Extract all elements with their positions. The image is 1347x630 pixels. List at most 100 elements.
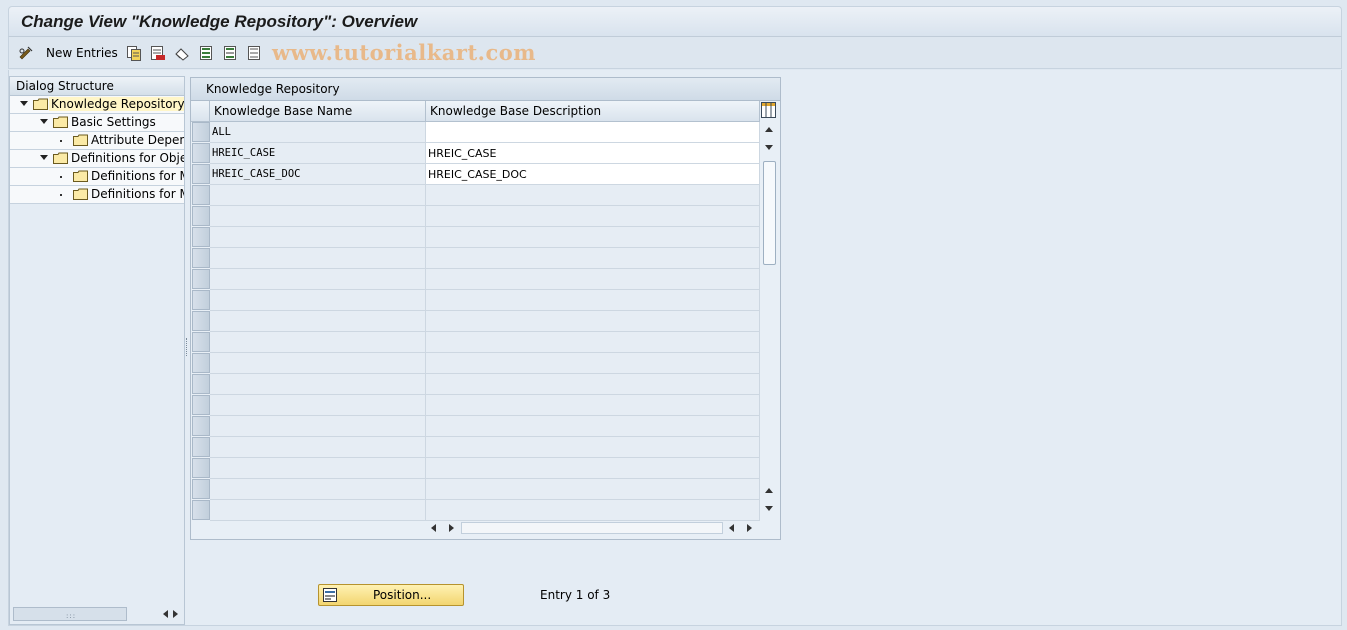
row-selector[interactable]	[192, 248, 210, 268]
column-scroll-left-icon[interactable]	[431, 524, 436, 532]
empty-name-cell[interactable]	[210, 437, 426, 458]
knowledge-base-name-cell[interactable]: HREIC_CASE_DOC	[210, 164, 426, 185]
row-selector[interactable]	[192, 332, 210, 352]
empty-description-cell[interactable]	[426, 374, 760, 395]
edit-glasses-icon[interactable]	[18, 45, 34, 61]
knowledge-base-description-cell[interactable]	[426, 122, 760, 143]
row-selector[interactable]	[192, 395, 210, 415]
empty-name-cell[interactable]	[210, 185, 426, 206]
select-all-rows-button[interactable]	[191, 101, 210, 122]
empty-description-cell[interactable]	[426, 500, 760, 521]
tree-horizontal-scrollbar[interactable]: :::	[10, 604, 184, 624]
row-selector[interactable]	[192, 122, 210, 142]
position-button[interactable]: Position...	[318, 584, 464, 606]
empty-name-cell[interactable]	[210, 332, 426, 353]
row-selector[interactable]	[192, 269, 210, 289]
row-selector[interactable]	[192, 164, 210, 184]
empty-name-cell[interactable]	[210, 458, 426, 479]
empty-description-cell[interactable]	[426, 395, 760, 416]
table-settings-icon[interactable]	[761, 102, 776, 118]
deselect-all-icon[interactable]	[246, 45, 262, 61]
column-scroll-right-icon[interactable]	[449, 524, 454, 532]
tree-node[interactable]: Definitions for Object	[10, 150, 184, 168]
knowledge-base-name-cell[interactable]: HREIC_CASE	[210, 143, 426, 164]
new-entries-button[interactable]: New Entries	[46, 46, 118, 60]
empty-description-cell[interactable]	[426, 248, 760, 269]
empty-name-cell[interactable]	[210, 248, 426, 269]
column-scroll-end-right-icon[interactable]	[747, 524, 752, 532]
select-block-icon[interactable]	[222, 45, 238, 61]
column-scroll-end-left-icon[interactable]	[729, 524, 734, 532]
row-selector[interactable]	[192, 290, 210, 310]
empty-name-cell[interactable]	[210, 500, 426, 521]
empty-description-cell[interactable]	[426, 332, 760, 353]
column-header-description[interactable]: Knowledge Base Description	[426, 101, 760, 122]
row-selector[interactable]	[192, 416, 210, 436]
tree-node-label: Attribute Depend	[91, 133, 184, 147]
empty-description-cell[interactable]	[426, 206, 760, 227]
empty-name-cell[interactable]	[210, 269, 426, 290]
row-selector[interactable]	[192, 458, 210, 478]
delete-icon[interactable]	[150, 45, 166, 61]
scroll-left-icon[interactable]	[163, 610, 168, 618]
row-selector[interactable]	[192, 311, 210, 331]
tree-scroll-thumb[interactable]: :::	[13, 607, 127, 621]
expand-triangle-icon[interactable]	[40, 155, 48, 160]
empty-name-cell[interactable]	[210, 395, 426, 416]
empty-name-cell[interactable]	[210, 479, 426, 500]
copy-as-icon[interactable]	[126, 45, 142, 61]
scroll-page-up-icon[interactable]	[765, 488, 773, 493]
scroll-right-icon[interactable]	[173, 610, 178, 618]
empty-name-cell[interactable]	[210, 227, 426, 248]
tree-node[interactable]: Knowledge Repository	[10, 96, 184, 114]
tree-node[interactable]: Attribute Depend	[10, 132, 184, 150]
scroll-up-icon[interactable]	[765, 127, 773, 132]
undo-change-icon[interactable]	[174, 45, 190, 61]
column-scroll-track[interactable]	[461, 522, 723, 534]
empty-description-cell[interactable]	[426, 269, 760, 290]
empty-name-cell[interactable]	[210, 416, 426, 437]
empty-name-cell[interactable]	[210, 374, 426, 395]
row-selector[interactable]	[192, 185, 210, 205]
tree-node[interactable]: Definitions for Mo	[10, 168, 184, 186]
position-icon	[323, 588, 337, 602]
expand-triangle-icon[interactable]	[40, 119, 48, 124]
expand-triangle-icon[interactable]	[20, 101, 28, 106]
empty-name-cell[interactable]	[210, 311, 426, 332]
tree-node-label: Definitions for Mo	[91, 169, 184, 183]
scroll-down-icon[interactable]	[765, 145, 773, 150]
row-selector[interactable]	[192, 374, 210, 394]
empty-description-cell[interactable]	[426, 311, 760, 332]
table-horizontal-scrollbar[interactable]	[427, 520, 759, 536]
pane-splitter[interactable]	[186, 338, 188, 356]
empty-description-cell[interactable]	[426, 353, 760, 374]
table-scroll-thumb[interactable]	[763, 161, 776, 265]
knowledge-base-name-cell[interactable]: ALL	[210, 122, 426, 143]
row-selector[interactable]	[192, 479, 210, 499]
row-selector[interactable]	[192, 206, 210, 226]
scroll-page-down-icon[interactable]	[765, 506, 773, 511]
empty-description-cell[interactable]	[426, 227, 760, 248]
knowledge-base-description-cell[interactable]: HREIC_CASE_DOC	[426, 164, 760, 185]
empty-name-cell[interactable]	[210, 353, 426, 374]
empty-description-cell[interactable]	[426, 437, 760, 458]
empty-name-cell[interactable]	[210, 206, 426, 227]
tree-node[interactable]: Definitions for Me	[10, 186, 184, 204]
row-selector[interactable]	[192, 227, 210, 247]
empty-description-cell[interactable]	[426, 479, 760, 500]
select-all-icon[interactable]	[198, 45, 214, 61]
empty-description-cell[interactable]	[426, 416, 760, 437]
empty-description-cell[interactable]	[426, 458, 760, 479]
empty-description-cell[interactable]	[426, 185, 760, 206]
empty-name-cell[interactable]	[210, 290, 426, 311]
empty-description-cell[interactable]	[426, 290, 760, 311]
tree-leaf-bullet	[60, 176, 62, 178]
tree-node[interactable]: Basic Settings	[10, 114, 184, 132]
row-selector[interactable]	[192, 500, 210, 520]
table-vertical-scrollbar[interactable]	[761, 123, 778, 518]
row-selector[interactable]	[192, 437, 210, 457]
column-header-name[interactable]: Knowledge Base Name	[210, 101, 426, 122]
knowledge-base-description-cell[interactable]: HREIC_CASE	[426, 143, 760, 164]
row-selector[interactable]	[192, 353, 210, 373]
row-selector[interactable]	[192, 143, 210, 163]
